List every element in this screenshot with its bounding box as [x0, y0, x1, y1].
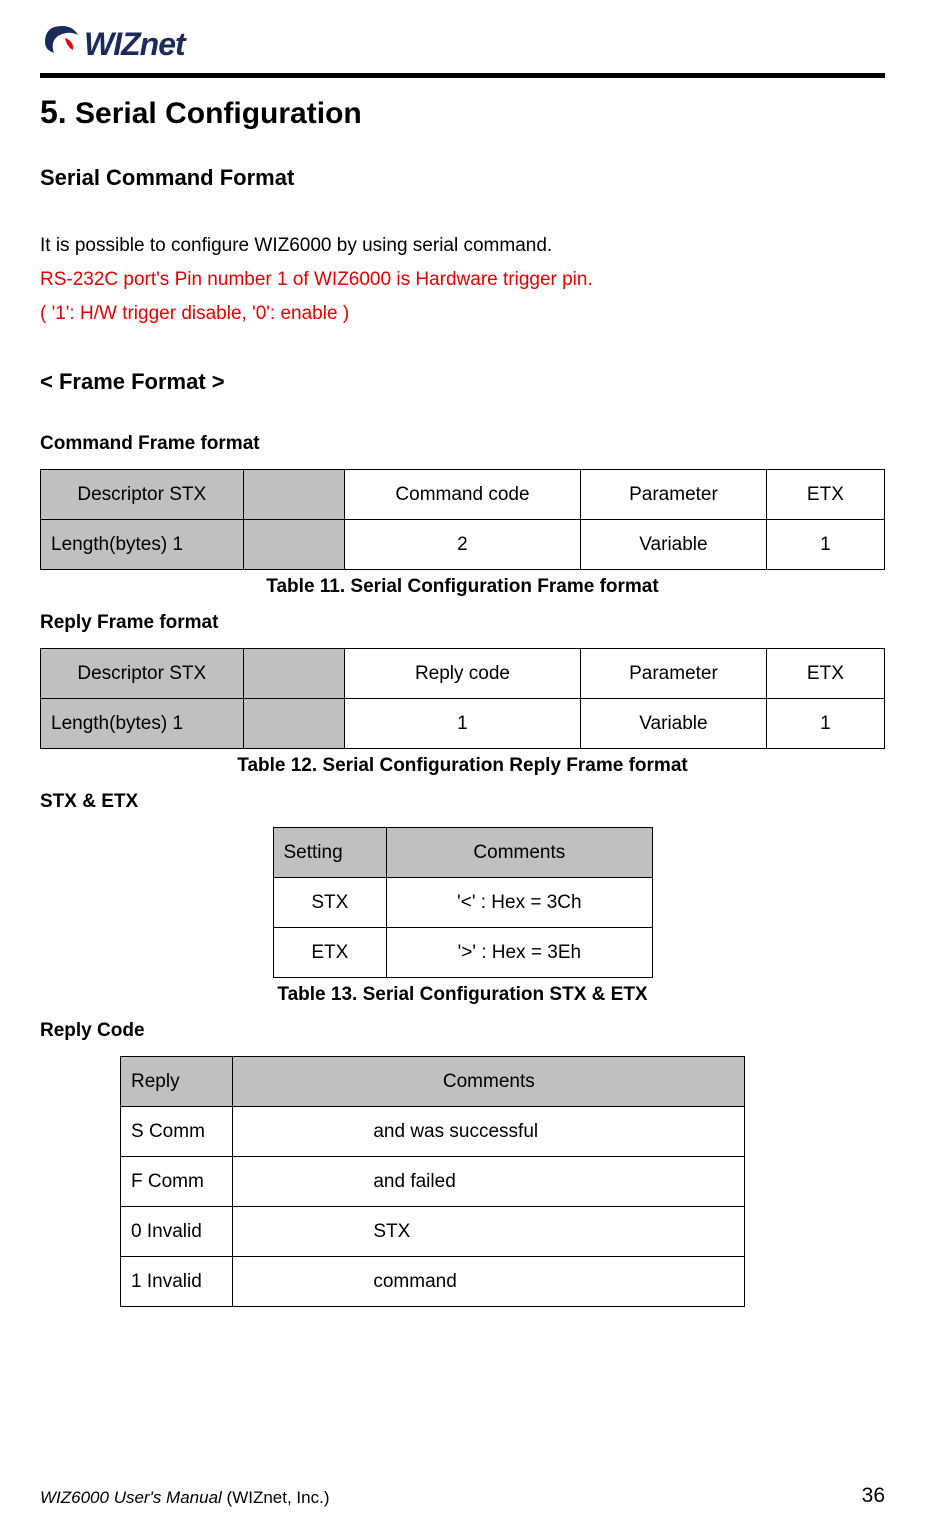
cell-length: Length(bytes) 1 — [41, 520, 244, 570]
reply-frame-caption: Table 12. Serial Configuration Reply Fra… — [40, 755, 885, 777]
table-row: Length(bytes) 1 2 Variable 1 — [41, 520, 885, 570]
footer: WIZ6000 User's Manual (WIZnet, Inc.) 36 — [40, 1484, 885, 1508]
cell-comment: command — [233, 1257, 745, 1307]
command-frame-caption: Table 11. Serial Configuration Frame for… — [40, 576, 885, 598]
reply-code-table: Reply Comments S Comm and was successful… — [120, 1056, 745, 1307]
cell-comments-header: Comments — [233, 1057, 745, 1107]
intro-line-3: ( '1': H/W trigger disable, '0': enable … — [40, 297, 885, 331]
intro-line-1: It is possible to configure WIZ6000 by u… — [40, 229, 885, 263]
reply-frame-title: Reply Frame format — [40, 612, 885, 634]
command-frame-title: Command Frame format — [40, 433, 885, 455]
header: WIZnet — [40, 20, 885, 69]
stx-etx-caption: Table 13. Serial Configuration STX & ETX — [40, 984, 885, 1006]
cell-comment: and was successful — [233, 1107, 745, 1157]
table-row: ETX '>' : Hex = 3Eh — [273, 928, 652, 978]
cell-empty — [243, 699, 344, 749]
cell-length: Length(bytes) 1 — [41, 699, 244, 749]
logo-text: WIZnet — [84, 26, 185, 63]
page-number: 36 — [862, 1484, 885, 1508]
reply-code-title: Reply Code — [40, 1020, 885, 1042]
cell-value: Variable — [581, 699, 767, 749]
cell-value: 1 — [344, 699, 580, 749]
footer-manual: WIZ6000 User's Manual — [40, 1488, 222, 1507]
cell-comment: and failed — [233, 1157, 745, 1207]
section-number: 5. — [40, 94, 67, 130]
cell-reply: 0 Invalid — [121, 1207, 233, 1257]
table-row: Length(bytes) 1 1 Variable 1 — [41, 699, 885, 749]
cell-parameter: Parameter — [581, 470, 767, 520]
section-heading: 5. Serial Configuration — [40, 94, 885, 131]
cell-empty — [243, 649, 344, 699]
cell-reply: 1 Invalid — [121, 1257, 233, 1307]
cell-value: 2 — [344, 520, 580, 570]
cell-value: Variable — [581, 520, 767, 570]
stx-etx-title: STX & ETX — [40, 791, 885, 813]
cell-setting: STX — [273, 878, 387, 928]
table-row: Reply Comments — [121, 1057, 745, 1107]
subsection-heading: Serial Command Format — [40, 165, 885, 191]
table-row: F Comm and failed — [121, 1157, 745, 1207]
stx-etx-table: Setting Comments STX '<' : Hex = 3Ch ETX… — [273, 827, 653, 978]
logo: WIZnet — [40, 20, 185, 69]
cell-value: 1 — [766, 699, 884, 749]
table-row: Descriptor STX Command code Parameter ET… — [41, 470, 885, 520]
table-row: Setting Comments — [273, 828, 652, 878]
table-row: 1 Invalid command — [121, 1257, 745, 1307]
cell-etx: ETX — [766, 649, 884, 699]
cell-comments-header: Comments — [387, 828, 652, 878]
table-row: Descriptor STX Reply code Parameter ETX — [41, 649, 885, 699]
cell-comment: '<' : Hex = 3Ch — [387, 878, 652, 928]
footer-text: WIZ6000 User's Manual (WIZnet, Inc.) — [40, 1488, 330, 1508]
cell-reply-header: Reply — [121, 1057, 233, 1107]
table-row: 0 Invalid STX — [121, 1207, 745, 1257]
cell-descriptor: Descriptor STX — [41, 470, 244, 520]
table-row: STX '<' : Hex = 3Ch — [273, 878, 652, 928]
cell-comment: STX — [233, 1207, 745, 1257]
cell-setting: ETX — [273, 928, 387, 978]
reply-frame-table: Descriptor STX Reply code Parameter ETX … — [40, 648, 885, 749]
section-title-text: Serial Configuration — [75, 97, 362, 130]
frame-format-heading: < Frame Format > — [40, 369, 885, 395]
cell-reply: S Comm — [121, 1107, 233, 1157]
cell-empty — [243, 470, 344, 520]
cell-reply: F Comm — [121, 1157, 233, 1207]
cell-setting-header: Setting — [273, 828, 387, 878]
header-divider — [40, 73, 885, 78]
table-row: S Comm and was successful — [121, 1107, 745, 1157]
footer-company: (WIZnet, Inc.) — [222, 1488, 330, 1507]
cell-etx: ETX — [766, 470, 884, 520]
cell-parameter: Parameter — [581, 649, 767, 699]
cell-descriptor: Descriptor STX — [41, 649, 244, 699]
cell-command-code: Command code — [344, 470, 580, 520]
cell-value: 1 — [766, 520, 884, 570]
cell-empty — [243, 520, 344, 570]
cell-reply-code: Reply code — [344, 649, 580, 699]
logo-swoosh-icon — [40, 20, 84, 69]
intro-line-2: RS-232C port's Pin number 1 of WIZ6000 i… — [40, 263, 885, 297]
command-frame-table: Descriptor STX Command code Parameter ET… — [40, 469, 885, 570]
cell-comment: '>' : Hex = 3Eh — [387, 928, 652, 978]
